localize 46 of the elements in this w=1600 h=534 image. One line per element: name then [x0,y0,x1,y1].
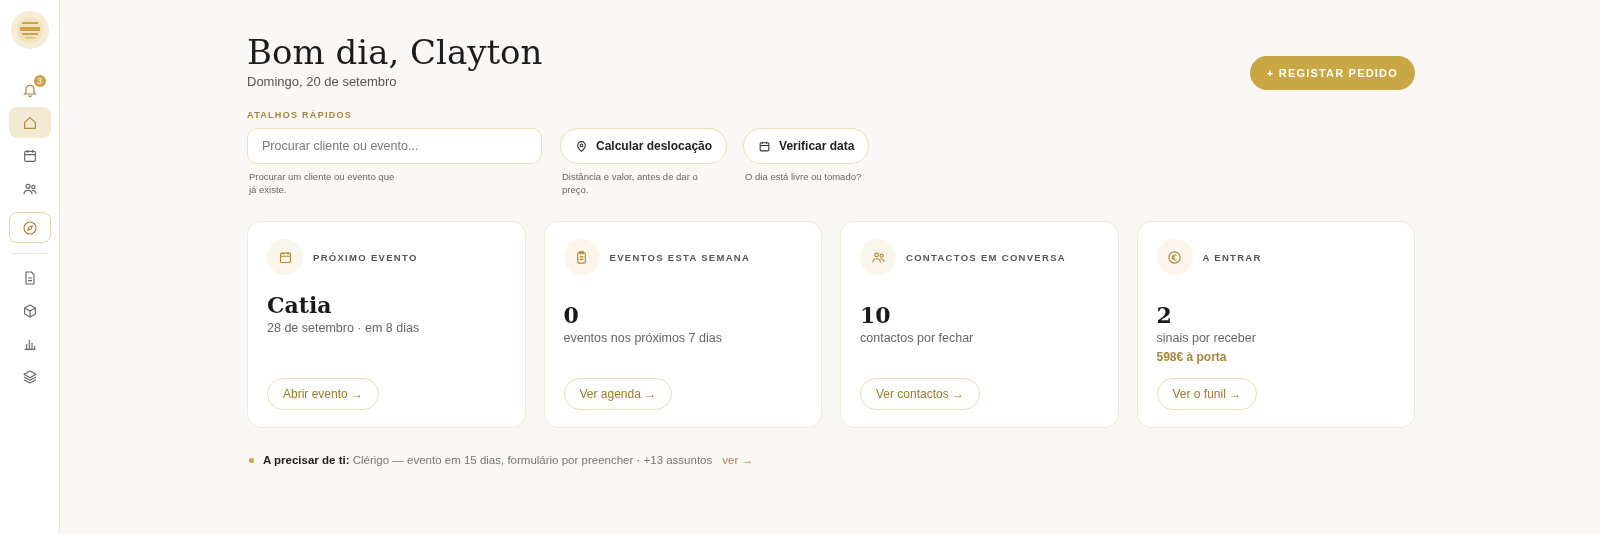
card-value: 0 [563,301,579,329]
calendar-icon [758,139,772,153]
card-label: CONTACTOS EM CONVERSA [906,251,1066,263]
home-icon [21,114,38,131]
people-icon [870,249,886,265]
attention-text: A precisar de ti: Clérigo — evento em 15 dias, formulário por preencher · +13 assuntos [263,454,713,466]
card-value: Catia [267,291,332,319]
amount-text: 598€ à porta [1156,350,1227,364]
card-link-button[interactable]: Abrir evento → [267,378,380,410]
card-link-button[interactable]: Ver contactos → [860,378,981,410]
date-text: Domingo, 20 de setembro [247,74,398,89]
greeting-title: Bom dia, Clayton [247,31,543,74]
status-dot [249,457,254,463]
sidebar-item[interactable] [8,107,51,138]
pin-icon [575,139,588,153]
compass-icon [21,219,38,236]
card-link-button[interactable]: Ver o funil → [1156,378,1258,410]
logo-icon [9,10,50,50]
notification-badge: 3 [33,75,46,87]
card-subtitle: sinais por receber [1156,331,1256,345]
hint-text: O dia está livre ou tomado? [744,170,862,183]
card-link-button[interactable]: Ver agenda → [563,378,673,410]
card-value: 2 [1156,301,1172,329]
card-value: 10 [860,301,891,329]
register-order-button[interactable]: + REGISTAR PEDIDO [1249,56,1415,90]
travel-button[interactable]: Calcular deslocação [560,128,728,164]
check-date-button[interactable]: Verificar data [743,128,870,164]
euro-icon [1167,249,1182,265]
hint-text: Distância e valor, antes de dar o preço. [561,170,699,196]
card-label: PRÓXIMO EVENTO [313,251,418,263]
hint-text: Procurar um cliente ou evento que já existe. [247,170,396,196]
card-label: EVENTOS ESTA SEMANA [609,251,751,263]
cube-icon [21,302,38,319]
section-heading: ATALHOS RÁPIDOS [247,110,354,120]
card-subtitle: contactos por fechar [860,331,974,345]
clipboard-icon [574,249,589,265]
card-subtitle: 28 de setembro · em 8 dias [267,321,420,335]
calendar-icon [21,147,38,164]
card-label: A ENTRAR [1202,251,1262,263]
see-more-link[interactable]: ver → [722,454,753,466]
sidebar-item[interactable] [8,212,51,243]
search-field[interactable]: Procurar cliente ou evento... [247,128,542,164]
card-subtitle: eventos nos próximos 7 dias [563,331,722,345]
calendar-icon [277,249,293,265]
notifications-button[interactable]: 3 [8,74,51,105]
layers-icon [21,368,38,385]
